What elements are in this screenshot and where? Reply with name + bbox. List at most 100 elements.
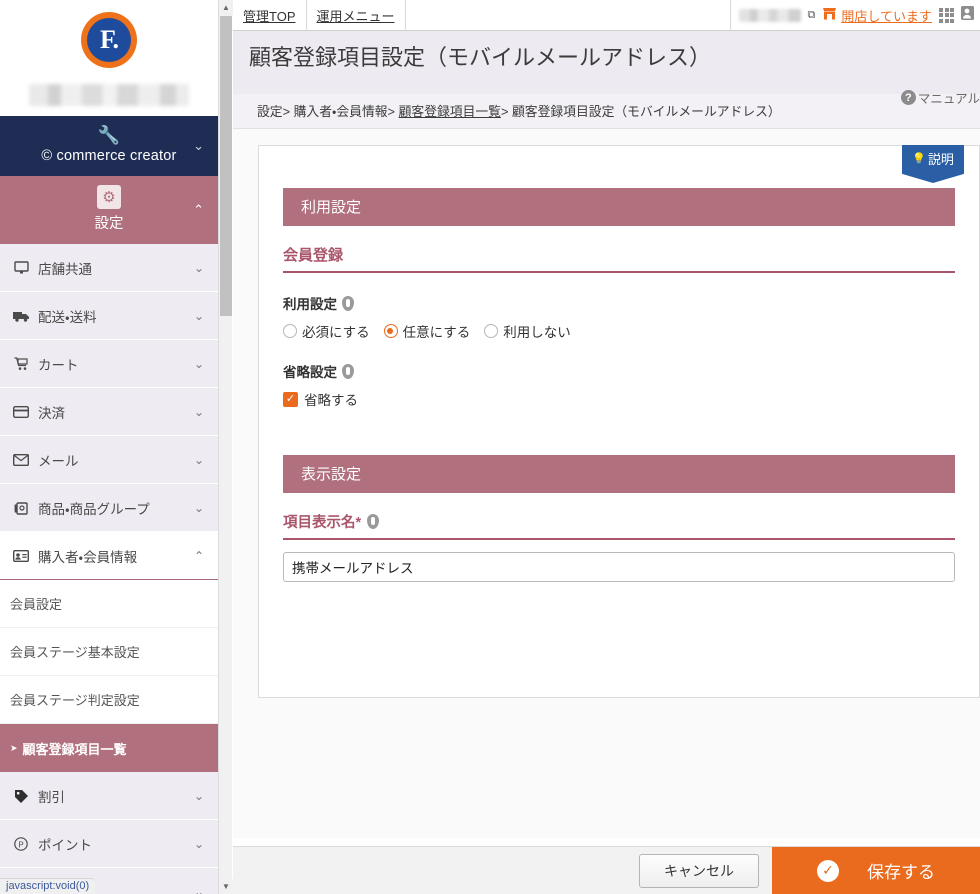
settings-label: 設定 [94, 216, 124, 232]
gear-icon: ⚙ [97, 185, 121, 209]
cart-icon [10, 356, 32, 371]
manual-link[interactable]: ? マニュアル [900, 88, 980, 107]
radio-option-required[interactable]: 必須にする [283, 321, 370, 341]
settings-card: 💡 説明 利用設定 会員登録 利用設定 必須にする 任意にする 利用しない 省略… [258, 145, 980, 698]
cancel-button[interactable]: キャンセル [639, 853, 759, 888]
sidebar: F. 🔧 © commerce creator ⌄ ⚙ 設定 ⌃ 店舗共通 ⌄ [0, 0, 218, 894]
sidebar-scrollbar[interactable]: ▲ ▼ [218, 0, 233, 894]
mail-icon [10, 453, 32, 466]
chevron-down-icon[interactable]: ⌄ [193, 138, 204, 154]
sidebar-subitem-member-settings[interactable]: 会員設定 [0, 580, 218, 628]
help-badge-label: 説明 [927, 152, 954, 167]
check-circle-icon: ✓ [817, 859, 839, 882]
sidebar-item-customer-member[interactable]: 購入者・会員情報 ⌃ [0, 532, 218, 580]
breadcrumb-suffix: > 顧客登録項目設定（モバイルメールアドレス） [500, 104, 781, 119]
monitor-icon [10, 261, 32, 274]
wrench-icon: 🔧 [97, 125, 121, 145]
sidebar-subitem-label: 会員設定 [10, 597, 63, 612]
sidebar-subitem-member-stage-judge[interactable]: 会員ステージ判定設定 [0, 676, 218, 724]
sidebar-item-label: 決済 [38, 405, 65, 421]
radio-circle-icon [283, 324, 297, 338]
sidebar-subitem-label: 顧客登録項目一覧 [22, 741, 127, 757]
account-icon[interactable] [961, 5, 976, 25]
tab-admin-top[interactable]: 管理TOP [233, 0, 307, 30]
radio-label: 任意にする [402, 325, 471, 340]
main-panel: 管理TOP 運用メニュー ⧉ 開店しています 顧客登録項目設定（モバイルメールア… [233, 0, 980, 894]
sidebar-subitem-member-stage-basic[interactable]: 会員ステージ基本設定 [0, 628, 218, 676]
chevron-down-icon: ⌄ [193, 308, 204, 323]
field-label-display-name: 項目表示名* [283, 493, 955, 540]
chevron-up-icon[interactable]: ⌃ [193, 202, 204, 218]
help-balloon-icon[interactable] [342, 363, 354, 379]
sidebar-item-label: カート [38, 357, 79, 373]
shop-status-link[interactable]: 開店しています [822, 6, 932, 25]
field-label-omit-setting: 省略設定 [283, 361, 955, 381]
shop-status-label: 開店しています [841, 8, 932, 24]
sidebar-item-label: ポイント [38, 837, 92, 853]
sidebar-subitem-customer-fields-list[interactable]: 顧客登録項目一覧 [0, 724, 218, 772]
commerce-creator-label: © commerce creator [41, 148, 177, 164]
truck-icon [10, 310, 32, 322]
sidebar-item-payment[interactable]: 決済 ⌄ [0, 388, 218, 436]
sidebar-item-label: 店舗共通 [38, 261, 92, 277]
application-window: F. 🔧 © commerce creator ⌄ ⚙ 設定 ⌃ 店舗共通 ⌄ [0, 0, 980, 894]
scroll-up-arrow-icon[interactable]: ▲ [219, 0, 233, 15]
help-balloon-icon[interactable] [342, 295, 354, 311]
topbar-spacer [406, 0, 731, 30]
logo-circle-icon: F. [81, 12, 137, 68]
brand-logo[interactable]: F. [0, 0, 218, 80]
browser-status-bar: javascript:void(0) [0, 878, 96, 894]
manual-label: マニュアル [917, 92, 980, 106]
radio-option-unused[interactable]: 利用しない [484, 321, 571, 341]
section-header-usage-settings: 利用設定 [283, 188, 955, 226]
scroll-down-arrow-icon[interactable]: ▼ [219, 879, 233, 894]
sidebar-item-points[interactable]: P ポイント ⌄ [0, 820, 218, 868]
card-body: 利用設定 会員登録 利用設定 必須にする 任意にする 利用しない 省略設定 ✓ … [259, 146, 979, 582]
help-balloon-icon[interactable] [367, 514, 380, 529]
lightbulb-icon: 💡 [912, 153, 926, 165]
page-title: 顧客登録項目設定（モバイルメールアドレス） [249, 45, 712, 70]
field-label-usage-setting: 利用設定 [283, 293, 955, 313]
radio-circle-icon [484, 324, 499, 338]
sidebar-item-cart[interactable]: カート ⌄ [0, 340, 218, 388]
sidebar-subitem-label: 会員ステージ判定設定 [10, 693, 140, 708]
sidebar-item-label: 割引 [38, 789, 65, 805]
sidebar-item-label: 商品・商品グループ [38, 501, 150, 517]
save-button[interactable]: ✓ 保存する [772, 846, 980, 894]
sidebar-section-commerce-creator[interactable]: 🔧 © commerce creator ⌄ [0, 116, 218, 176]
breadcrumb-link-customer-fields-list[interactable]: 顧客登録項目一覧 [399, 104, 501, 119]
sidebar-item-store-common[interactable]: 店舗共通 ⌄ [0, 244, 218, 292]
sidebar-item-shipping[interactable]: 配送・送料 ⌄ [0, 292, 218, 340]
radio-circle-selected-icon [383, 324, 398, 338]
sidebar-item-mail[interactable]: メール ⌄ [0, 436, 218, 484]
chevron-down-icon: ⌄ [193, 404, 204, 419]
grid-apps-icon[interactable] [939, 7, 954, 23]
sidebar-item-discount[interactable]: 割引 ⌄ [0, 772, 218, 820]
tab-operations-menu[interactable]: 運用メニュー [307, 0, 406, 30]
display-name-label: 項目表示名* [283, 515, 362, 531]
external-link-icon[interactable]: ⧉ [808, 9, 816, 22]
radio-group-usage-setting[interactable]: 必須にする 任意にする 利用しない [283, 321, 955, 341]
page-header: 顧客登録項目設定（モバイルメールアドレス） ? マニュアル [233, 31, 980, 106]
shop-icon [822, 7, 837, 23]
sidebar-item-label: 配送・送料 [38, 309, 97, 325]
sidebar-section-settings[interactable]: ⚙ 設定 ⌃ [0, 176, 218, 244]
account-name-redacted [738, 8, 801, 22]
chevron-down-icon: ⌄ [193, 500, 204, 515]
content-area: 💡 説明 利用設定 会員登録 利用設定 必須にする 任意にする 利用しない 省略… [233, 129, 980, 838]
display-name-input[interactable] [283, 552, 955, 582]
sidebar-item-label: 購入者・会員情報 [38, 549, 138, 565]
breadcrumb: 設定> 購入者・会員情報> 顧客登録項目一覧> 顧客登録項目設定（モバイルメール… [233, 94, 980, 129]
sidebar-item-products[interactable]: 商品・商品グループ ⌄ [0, 484, 218, 532]
card-icon [10, 405, 32, 418]
question-icon: ? [900, 90, 916, 105]
svg-text:P: P [18, 840, 23, 849]
chevron-up-icon: ⌃ [193, 548, 204, 563]
checkbox-label: 省略する [304, 393, 358, 408]
radio-option-optional[interactable]: 任意にする [383, 321, 471, 341]
scrollbar-thumb[interactable] [220, 16, 232, 316]
checkbox-omit[interactable]: ✓ 省略する [283, 389, 955, 409]
copyright-mark: © [41, 148, 53, 164]
product-icon [10, 501, 32, 515]
chevron-down-icon: ⌄ [193, 788, 204, 803]
